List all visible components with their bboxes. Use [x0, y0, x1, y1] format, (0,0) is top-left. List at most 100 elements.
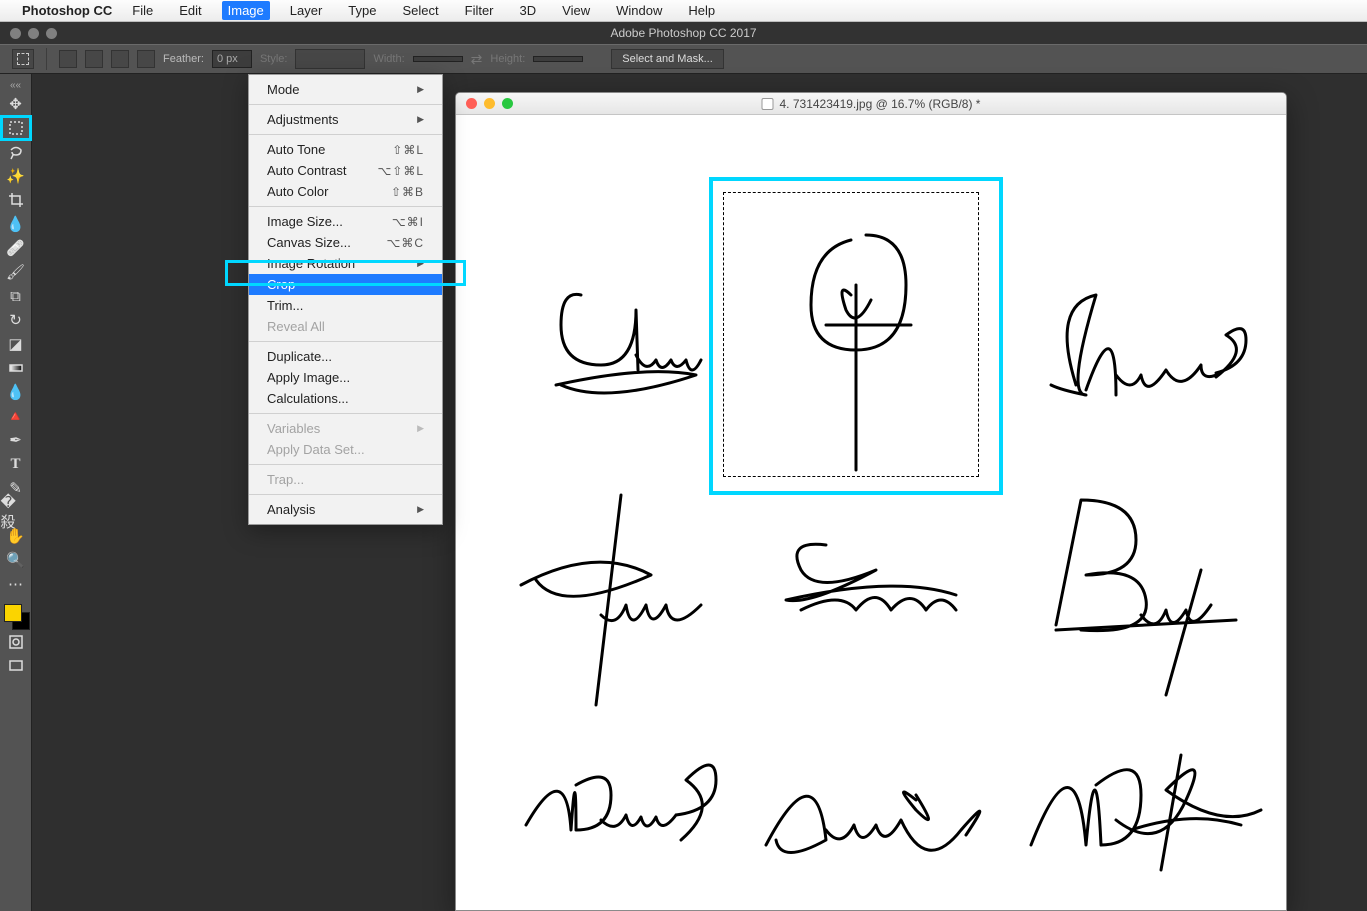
workspace: «« ✥ ✨ 💧 🩹 🖌 ⧉ ↻ ◪ 💧 🔺 ✒ T ✎ �殺 ✋ 🔍 ⋯ Mo…: [0, 74, 1367, 911]
signature-4: [501, 485, 721, 720]
crop-tool-icon[interactable]: [1, 188, 31, 212]
menu-view[interactable]: View: [556, 1, 596, 20]
menu-reveal-all: Reveal All: [249, 316, 442, 337]
doc-max-icon[interactable]: [502, 98, 513, 109]
menu-auto-tone[interactable]: Auto Tone⇧⌘L: [249, 139, 442, 160]
doc-close-icon[interactable]: [466, 98, 477, 109]
menu-filter[interactable]: Filter: [459, 1, 500, 20]
signature-5: [756, 515, 976, 650]
menu-image-size[interactable]: Image Size...⌥⌘I: [249, 211, 442, 232]
menu-apply-data-set: Apply Data Set...: [249, 439, 442, 460]
collapse-icon[interactable]: ««: [1, 78, 31, 92]
menu-adjustments[interactable]: Adjustments: [249, 109, 442, 130]
gradient-tool-icon[interactable]: [1, 356, 31, 380]
pen-tool-icon[interactable]: ✒: [1, 428, 31, 452]
fg-swatch[interactable]: [4, 604, 22, 622]
wand-tool-icon[interactable]: ✨: [1, 164, 31, 188]
signature-1: [506, 265, 706, 420]
color-swatches[interactable]: [2, 602, 30, 630]
app-name[interactable]: Photoshop CC: [22, 3, 112, 18]
menu-image[interactable]: Image: [222, 1, 270, 20]
canvas[interactable]: [456, 115, 1286, 910]
intersect-selection-icon[interactable]: [137, 50, 155, 68]
menu-image-rotation[interactable]: Image Rotation: [249, 253, 442, 274]
feather-field[interactable]: 0 px: [212, 50, 252, 68]
photoshop-title: Adobe Photoshop CC 2017: [610, 26, 756, 40]
menu-calculations[interactable]: Calculations...: [249, 388, 442, 409]
signature-7: [506, 735, 736, 870]
separator: [46, 48, 47, 70]
options-bar: Feather: 0 px Style: Width: ⇄ Height: Se…: [0, 44, 1367, 74]
lasso-tool-icon[interactable]: [1, 140, 31, 164]
close-dot[interactable]: [10, 28, 21, 39]
menu-trap: Trap...: [249, 469, 442, 490]
width-field[interactable]: [413, 56, 463, 62]
menu-select[interactable]: Select: [396, 1, 444, 20]
doc-min-icon[interactable]: [484, 98, 495, 109]
document-window: 4. 731423419.jpg @ 16.7% (RGB/8) *: [455, 92, 1287, 911]
width-label: Width:: [373, 53, 404, 65]
dodge-tool-icon[interactable]: 🔺: [1, 404, 31, 428]
separator: [249, 104, 442, 105]
zoom-tool-icon[interactable]: 🔍: [1, 548, 31, 572]
menu-help[interactable]: Help: [682, 1, 721, 20]
menu-auto-contrast[interactable]: Auto Contrast⌥⇧⌘L: [249, 160, 442, 181]
type-tool-icon[interactable]: T: [1, 452, 31, 476]
new-selection-icon[interactable]: [59, 50, 77, 68]
separator: [249, 494, 442, 495]
menu-window[interactable]: Window: [610, 1, 668, 20]
menu-mode[interactable]: Mode: [249, 79, 442, 100]
window-controls: [0, 28, 57, 39]
separator: [249, 134, 442, 135]
separator: [249, 413, 442, 414]
height-label: Height:: [490, 53, 525, 65]
stamp-tool-icon[interactable]: ⧉: [1, 284, 31, 308]
style-label: Style:: [260, 53, 288, 65]
signature-3: [1026, 265, 1256, 420]
separator: [249, 341, 442, 342]
menu-canvas-size[interactable]: Canvas Size...⌥⌘C: [249, 232, 442, 253]
marquee-tool-icon[interactable]: [1, 116, 31, 140]
max-dot[interactable]: [46, 28, 57, 39]
menu-trim[interactable]: Trim...: [249, 295, 442, 316]
screenmode-icon[interactable]: [1, 654, 31, 678]
eyedropper-tool-icon[interactable]: 💧: [1, 212, 31, 236]
menu-type[interactable]: Type: [342, 1, 382, 20]
menu-analysis[interactable]: Analysis: [249, 499, 442, 520]
image-menu-dropdown: Mode Adjustments Auto Tone⇧⌘L Auto Contr…: [248, 74, 443, 525]
menu-duplicate[interactable]: Duplicate...: [249, 346, 442, 367]
mac-menubar: Photoshop CC File Edit Image Layer Type …: [0, 0, 1367, 22]
quickmask-icon[interactable]: [1, 630, 31, 654]
subtract-selection-icon[interactable]: [111, 50, 129, 68]
menu-variables: Variables: [249, 418, 442, 439]
height-field[interactable]: [533, 56, 583, 62]
blur-tool-icon[interactable]: 💧: [1, 380, 31, 404]
history-brush-tool-icon[interactable]: ↻: [1, 308, 31, 332]
eraser-tool-icon[interactable]: ◪: [1, 332, 31, 356]
move-tool-icon[interactable]: ✥: [1, 92, 31, 116]
min-dot[interactable]: [28, 28, 39, 39]
healing-tool-icon[interactable]: 🩹: [1, 236, 31, 260]
signature-8: [746, 735, 996, 880]
menu-apply-image[interactable]: Apply Image...: [249, 367, 442, 388]
brush-tool-icon[interactable]: 🖌: [1, 260, 31, 284]
menu-auto-color[interactable]: Auto Color⇧⌘B: [249, 181, 442, 202]
menu-crop[interactable]: Crop: [249, 274, 442, 295]
photoshop-titlebar: Adobe Photoshop CC 2017: [0, 22, 1367, 44]
tool-preset-icon[interactable]: [12, 49, 34, 69]
signature-6: [1026, 485, 1256, 710]
swap-icon[interactable]: ⇄: [471, 51, 483, 68]
hand-tool-icon[interactable]: ✋: [1, 524, 31, 548]
menu-3d[interactable]: 3D: [514, 1, 543, 20]
add-selection-icon[interactable]: [85, 50, 103, 68]
select-mask-button[interactable]: Select and Mask...: [611, 49, 724, 69]
separator: [249, 464, 442, 465]
menu-layer[interactable]: Layer: [284, 1, 329, 20]
arrow-tool-icon[interactable]: �殺: [1, 500, 31, 524]
more-tool-icon[interactable]: ⋯: [1, 572, 31, 596]
signature-9: [1011, 715, 1271, 880]
menu-edit[interactable]: Edit: [173, 1, 207, 20]
document-titlebar[interactable]: 4. 731423419.jpg @ 16.7% (RGB/8) *: [456, 93, 1286, 115]
style-dropdown[interactable]: [295, 49, 365, 69]
menu-file[interactable]: File: [126, 1, 159, 20]
